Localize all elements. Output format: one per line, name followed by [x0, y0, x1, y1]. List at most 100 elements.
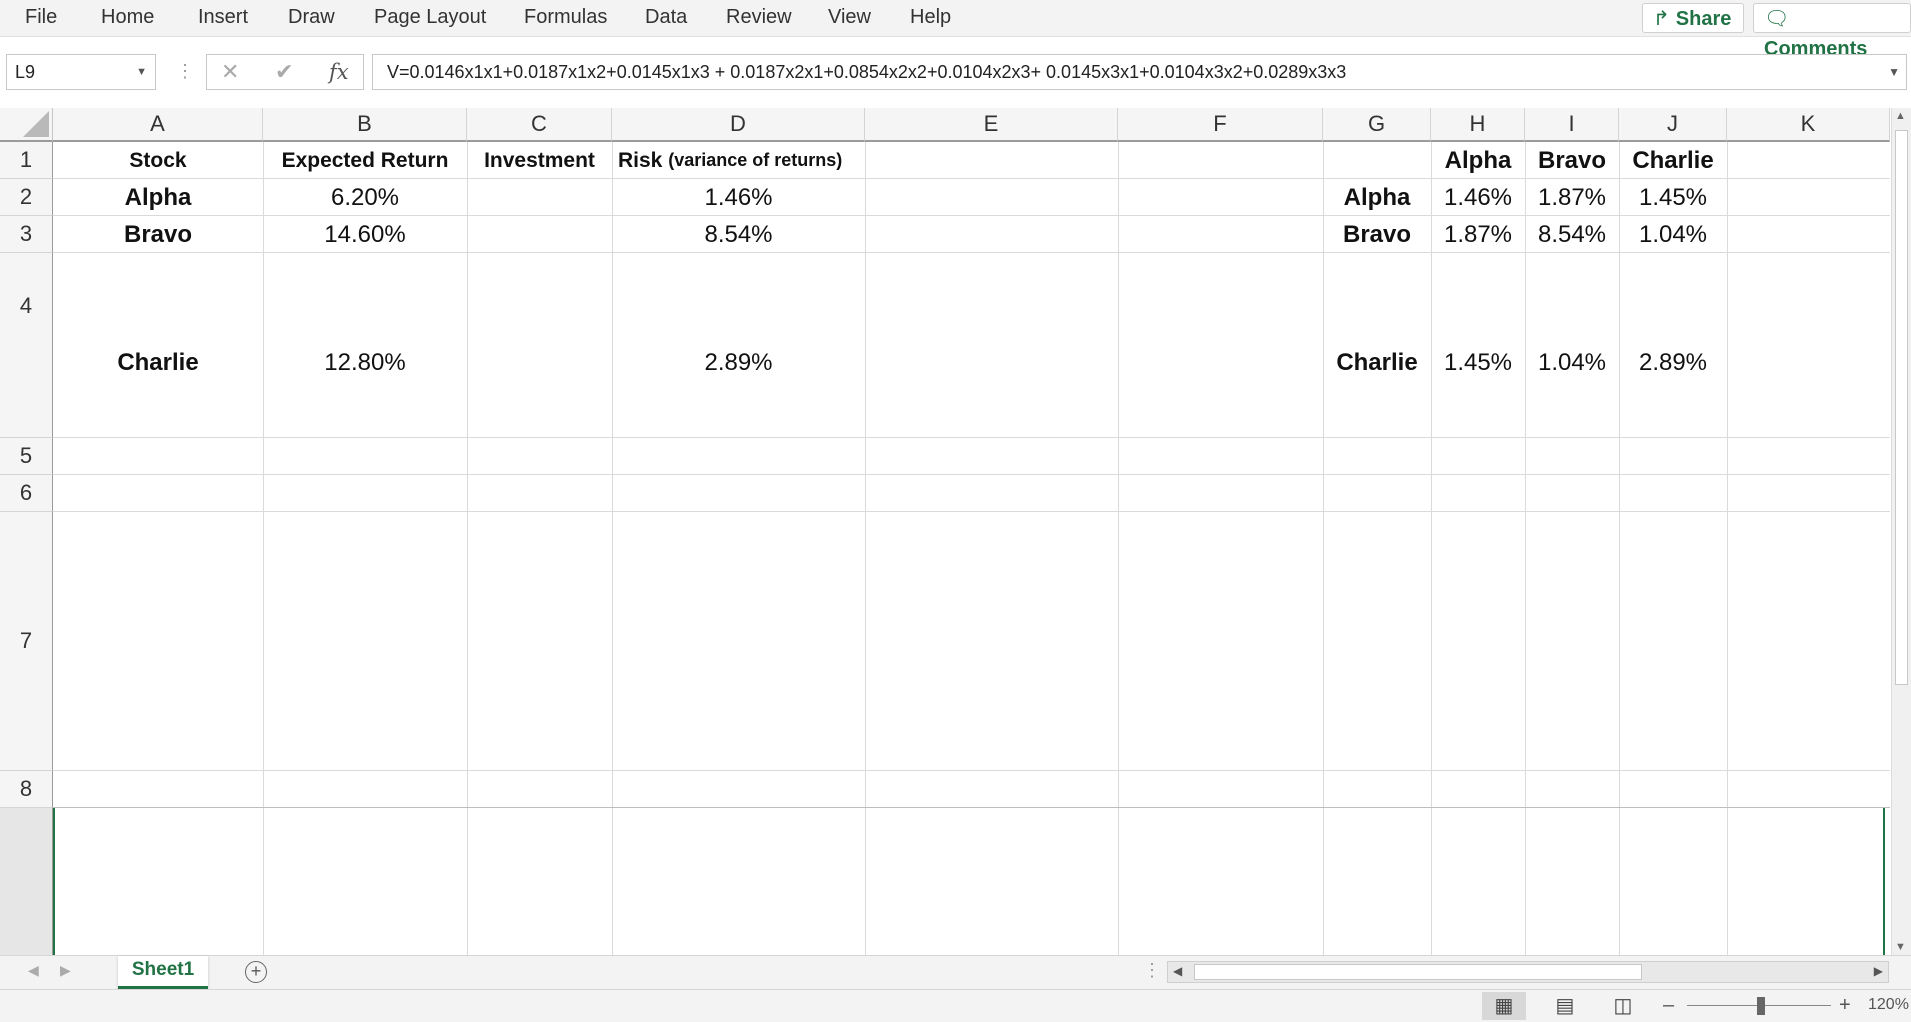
cancel-icon[interactable]: ✕	[221, 55, 239, 89]
zoom-slider-thumb[interactable]	[1757, 997, 1765, 1015]
tab-data[interactable]: Data	[645, 0, 687, 34]
gridline	[53, 474, 1890, 475]
cov-row-bravo[interactable]: Bravo	[1323, 216, 1431, 253]
cov-cell[interactable]: 1.87%	[1431, 216, 1525, 253]
row-header-4[interactable]: 4	[0, 253, 53, 438]
cov-row-alpha[interactable]: Alpha	[1323, 179, 1431, 216]
cov-cell[interactable]: 2.89%	[1619, 344, 1727, 381]
chevron-down-icon[interactable]: ▼	[136, 55, 147, 89]
cov-row-charlie[interactable]: Charlie	[1323, 344, 1431, 381]
expand-formula-icon[interactable]: ▼	[1888, 55, 1900, 89]
gridline	[1118, 142, 1119, 955]
row-header-1[interactable]: 1	[0, 142, 53, 179]
tab-draw[interactable]: Draw	[288, 0, 335, 34]
cell-risk-bravo[interactable]: 8.54%	[612, 216, 865, 253]
cov-col-alpha[interactable]: Alpha	[1431, 142, 1525, 179]
next-sheet-icon[interactable]: ▶	[60, 962, 71, 979]
row-header-7[interactable]: 7	[0, 512, 53, 771]
cell-stock-bravo[interactable]: Bravo	[53, 216, 263, 253]
cov-cell[interactable]: 1.04%	[1619, 216, 1727, 253]
scroll-down-icon[interactable]: ▼	[1895, 941, 1906, 953]
column-header-e[interactable]: E	[865, 108, 1118, 142]
tab-home[interactable]: Home	[101, 0, 154, 34]
column-header-d[interactable]: D	[612, 108, 865, 142]
gridline	[263, 142, 264, 955]
cell-risk-charlie[interactable]: 2.89%	[612, 344, 865, 381]
row-header-2[interactable]: 2	[0, 179, 53, 216]
prev-sheet-icon[interactable]: ◀	[28, 962, 39, 979]
gridline	[53, 770, 1890, 771]
header-risk[interactable]: Risk (variance of returns)	[612, 142, 865, 179]
cov-cell[interactable]: 8.54%	[1525, 216, 1619, 253]
cell-return-alpha[interactable]: 6.20%	[263, 179, 467, 216]
column-header-c[interactable]: C	[467, 108, 612, 142]
vertical-scrollbar[interactable]: ▲ ▼	[1891, 108, 1911, 955]
scroll-up-icon[interactable]: ▲	[1895, 110, 1906, 122]
cov-cell[interactable]: 1.87%	[1525, 179, 1619, 216]
page-break-view-icon[interactable]: ◫	[1601, 992, 1645, 1020]
column-header-f[interactable]: F	[1118, 108, 1323, 142]
zoom-level[interactable]: 120%	[1868, 990, 1909, 1020]
column-header-a[interactable]: A	[53, 108, 263, 142]
gridline	[467, 142, 468, 955]
tab-formulas[interactable]: Formulas	[524, 0, 607, 34]
column-header-k[interactable]: K	[1727, 108, 1890, 142]
cov-cell[interactable]: 1.04%	[1525, 344, 1619, 381]
scroll-left-icon[interactable]: ◀	[1173, 964, 1182, 978]
sheet-tab-sheet1[interactable]: Sheet1	[118, 956, 208, 989]
horizontal-scrollbar[interactable]: ◀ ▶	[1167, 961, 1889, 983]
column-header-b[interactable]: B	[263, 108, 467, 142]
normal-view-icon[interactable]: ▦	[1482, 992, 1526, 1020]
header-investment[interactable]: Investment	[467, 142, 612, 179]
cell-risk-alpha[interactable]: 1.46%	[612, 179, 865, 216]
column-header-j[interactable]: J	[1619, 108, 1727, 142]
worksheet-grid[interactable]: A B C D E F G H I J K 1 2 3 4 5 6 7 8 St…	[0, 108, 1890, 955]
header-stock[interactable]: Stock	[53, 142, 263, 179]
tab-file[interactable]: File	[25, 0, 57, 34]
cell-stock-alpha[interactable]: Alpha	[53, 179, 263, 216]
page-layout-view-icon[interactable]: ▤	[1543, 992, 1587, 1020]
header-expected-return[interactable]: Expected Return	[263, 142, 467, 179]
comments-button[interactable]: 🗨Comments	[1753, 3, 1911, 60]
scroll-right-icon[interactable]: ▶	[1874, 964, 1883, 978]
vertical-scroll-thumb[interactable]	[1895, 130, 1908, 685]
cell-return-charlie[interactable]: 12.80%	[263, 344, 467, 381]
add-sheet-icon[interactable]: +	[245, 961, 267, 983]
cell-return-bravo[interactable]: 14.60%	[263, 216, 467, 253]
gridline	[53, 807, 1890, 808]
horizontal-scroll-thumb[interactable]	[1194, 964, 1642, 980]
more-options-icon[interactable]: ⋮	[176, 56, 194, 86]
tab-page-layout[interactable]: Page Layout	[374, 0, 486, 34]
insert-function-icon[interactable]: fx	[329, 55, 349, 89]
zoom-out-icon[interactable]: –	[1663, 990, 1674, 1020]
selection-border	[1883, 808, 1885, 955]
formula-input[interactable]: V=0.0146x1x1+0.0187x1x2+0.0145x1x3 + 0.0…	[372, 54, 1907, 90]
row-header-3[interactable]: 3	[0, 216, 53, 253]
cell-investment-alpha[interactable]	[467, 179, 612, 216]
cell-investment-charlie[interactable]	[467, 344, 612, 381]
tab-help[interactable]: Help	[910, 0, 951, 34]
cov-cell[interactable]: 1.45%	[1431, 344, 1525, 381]
column-header-g[interactable]: G	[1323, 108, 1431, 142]
tab-view[interactable]: View	[828, 0, 871, 34]
row-header-5[interactable]: 5	[0, 438, 53, 475]
name-box[interactable]: L9 ▼	[6, 54, 156, 90]
row-header-6[interactable]: 6	[0, 475, 53, 512]
more-options-icon[interactable]: ⋮	[1143, 960, 1161, 981]
row-header-empty	[0, 808, 53, 955]
cell-investment-bravo[interactable]	[467, 216, 612, 253]
cov-cell[interactable]: 1.46%	[1431, 179, 1525, 216]
select-all-button[interactable]	[0, 108, 53, 142]
cov-col-charlie[interactable]: Charlie	[1619, 142, 1727, 179]
cov-cell[interactable]: 1.45%	[1619, 179, 1727, 216]
tab-insert[interactable]: Insert	[198, 0, 248, 34]
cell-stock-charlie[interactable]: Charlie	[53, 344, 263, 381]
confirm-icon[interactable]: ✔	[275, 55, 293, 89]
zoom-in-icon[interactable]: +	[1839, 990, 1851, 1020]
row-header-8[interactable]: 8	[0, 771, 53, 808]
cov-col-bravo[interactable]: Bravo	[1525, 142, 1619, 179]
tab-review[interactable]: Review	[726, 0, 792, 34]
share-button[interactable]: ↱ Share	[1642, 3, 1745, 33]
column-header-h[interactable]: H	[1431, 108, 1525, 142]
column-header-i[interactable]: I	[1525, 108, 1619, 142]
